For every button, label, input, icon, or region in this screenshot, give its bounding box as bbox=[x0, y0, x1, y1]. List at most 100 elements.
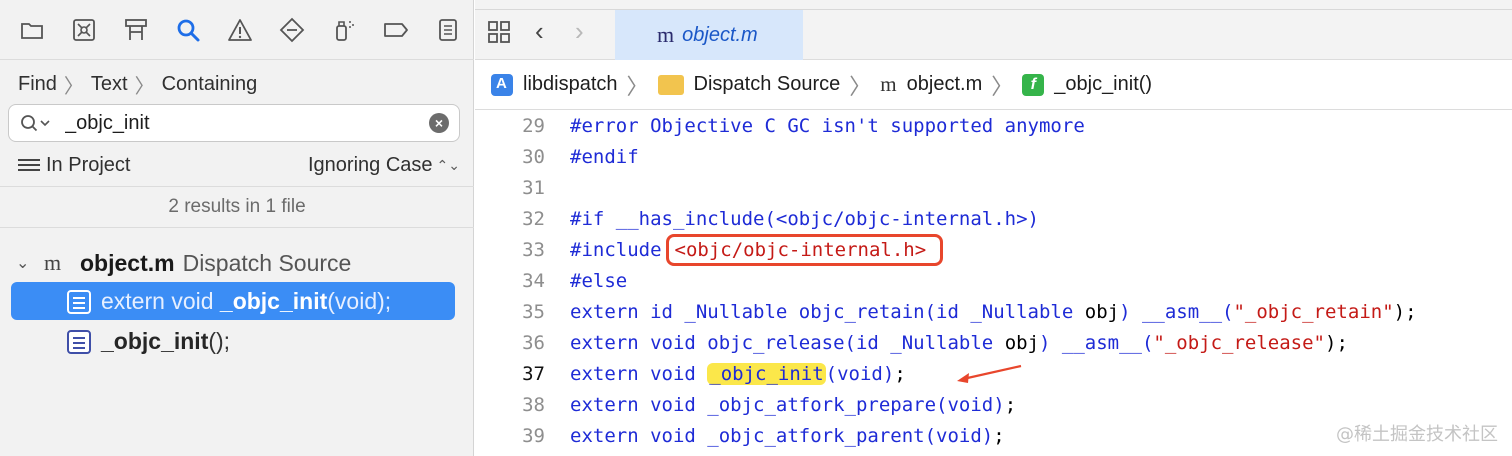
code-text: extern void _objc_init (void); bbox=[570, 362, 906, 385]
search-scope-button[interactable]: In Project bbox=[46, 154, 130, 177]
code-text: #if __has_include(<objc/objc-internal.h>… bbox=[570, 207, 1039, 230]
code-text: #else bbox=[570, 269, 628, 292]
case-sensitivity-popup[interactable]: Ignoring Case ⌃⌄ bbox=[308, 154, 460, 177]
function-icon: f bbox=[1022, 73, 1045, 96]
code-line: 34 #else bbox=[475, 265, 1512, 296]
tab-object-m[interactable]: m object.m bbox=[615, 10, 803, 60]
result-text: _objc_init(); bbox=[101, 328, 230, 355]
symbol-navigator-button[interactable] bbox=[110, 10, 162, 50]
code-line: 29 #error Objective C GC isn't supported… bbox=[475, 110, 1512, 141]
code-token: extern id _Nullable objc_retain(id _Null… bbox=[570, 300, 1085, 323]
test-navigator-button[interactable] bbox=[266, 10, 318, 50]
jump-bar: libdispatch 〉 Dispatch Source 〉 m object… bbox=[475, 60, 1512, 110]
line-number: 35 bbox=[522, 300, 545, 323]
code-text: extern void _objc_atfork_parent(void); bbox=[570, 425, 1005, 447]
code-token: ; bbox=[993, 424, 1005, 447]
code-line: 31 bbox=[475, 172, 1512, 203]
chevron-down-icon[interactable]: ⌄ bbox=[16, 253, 34, 273]
test-spray-icon bbox=[336, 20, 354, 41]
find-mode-find[interactable]: Find bbox=[18, 73, 57, 96]
find-mode-path: Find 〉 Text 〉 Containing bbox=[18, 70, 257, 98]
back-chevron-icon[interactable]: ‹ bbox=[535, 16, 544, 47]
code-line: 35 extern id _Nullable objc_retain(id _N… bbox=[475, 296, 1512, 327]
code-line-icon bbox=[67, 330, 91, 354]
find-navigator-button[interactable] bbox=[162, 10, 214, 50]
code-text: #include <objc/objc-internal.h> bbox=[570, 233, 944, 266]
editor-tab-bar: ‹ › m object.m bbox=[475, 0, 1512, 60]
report-icon bbox=[439, 18, 457, 41]
objc-file-icon: m bbox=[657, 22, 675, 47]
line-number: 32 bbox=[522, 207, 545, 230]
search-options-icon[interactable] bbox=[19, 112, 53, 134]
search-icon bbox=[177, 19, 200, 41]
find-search-field[interactable]: × bbox=[8, 104, 460, 142]
annotation-red-box: <objc/objc-internal.h> bbox=[665, 233, 944, 266]
jump-bar-function[interactable]: _objc_init() bbox=[1054, 73, 1152, 96]
chevron-right-icon: 〉 bbox=[991, 73, 1014, 99]
code-text: extern void _objc_atfork_prepare(void); bbox=[570, 394, 1016, 416]
warning-icon bbox=[228, 18, 252, 41]
navigator-toolbar bbox=[0, 0, 474, 60]
find-mode-containing[interactable]: Containing bbox=[162, 73, 258, 96]
chevron-right-icon: 〉 bbox=[626, 73, 649, 99]
xcode-project-icon bbox=[491, 73, 513, 96]
jump-bar-project[interactable]: libdispatch bbox=[523, 73, 618, 96]
folder-icon bbox=[657, 74, 684, 95]
project-navigator-button[interactable] bbox=[6, 10, 58, 50]
code-token: extern void _objc_atfork_parent(void) bbox=[570, 424, 994, 447]
code-line: 33 #include <objc/objc-internal.h> bbox=[475, 233, 1512, 266]
code-token: ) __asm__( bbox=[1119, 300, 1234, 323]
string-literal: "_objc_retain" bbox=[1233, 300, 1394, 323]
jump-bar-file[interactable]: object.m bbox=[907, 73, 983, 96]
source-control-icon bbox=[73, 18, 95, 41]
search-match-highlight: _objc_init bbox=[707, 362, 826, 385]
result-file-name: object.m bbox=[80, 249, 175, 276]
debug-navigator-button[interactable] bbox=[318, 10, 370, 50]
folder-icon bbox=[21, 22, 43, 39]
chevron-updown-icon: ⌃⌄ bbox=[436, 156, 460, 173]
clear-search-icon[interactable]: × bbox=[429, 113, 449, 133]
code-token: ); bbox=[1393, 300, 1417, 323]
issue-navigator-button[interactable] bbox=[214, 10, 266, 50]
annotation-arrow-icon bbox=[957, 364, 1022, 383]
line-number: 34 bbox=[522, 269, 545, 292]
breakpoint-navigator-button[interactable] bbox=[370, 10, 422, 50]
code-token: (void) bbox=[825, 362, 895, 385]
line-number: 39 bbox=[522, 424, 545, 447]
line-number: 37 bbox=[522, 362, 545, 385]
code-text: #endif bbox=[570, 145, 639, 168]
jump-bar-group[interactable]: Dispatch Source bbox=[694, 73, 841, 96]
search-result-row[interactable]: extern void _objc_init(void); bbox=[11, 282, 455, 320]
line-number: 29 bbox=[522, 114, 545, 137]
result-file-group[interactable]: ⌄ m object.m Dispatch Source bbox=[16, 248, 351, 278]
result-match: _objc_init bbox=[101, 327, 209, 354]
line-number: 30 bbox=[522, 145, 545, 168]
result-prefix: extern void bbox=[101, 287, 220, 314]
code-line: 36 extern void objc_release(id _Nullable… bbox=[475, 327, 1512, 358]
code-line: 32 #if __has_include(<objc/objc-internal… bbox=[475, 203, 1512, 234]
code-token: extern void bbox=[570, 362, 708, 385]
results-summary: 2 results in 1 file bbox=[0, 186, 474, 228]
code-token: ; bbox=[894, 362, 906, 385]
search-input[interactable] bbox=[65, 111, 425, 135]
find-navigator: Find 〉 Text 〉 Containing × In Project Ig… bbox=[0, 0, 474, 456]
search-scope-row: In Project Ignoring Case ⌃⌄ bbox=[16, 150, 460, 180]
result-suffix: (void); bbox=[327, 287, 392, 314]
chevron-right-icon: 〉 bbox=[63, 75, 84, 98]
search-result-row[interactable]: _objc_init(); bbox=[11, 322, 455, 360]
code-token: extern void _objc_atfork_prepare(void) bbox=[570, 393, 1005, 416]
code-text: #error Objective C GC isn't supported an… bbox=[570, 114, 1085, 137]
code-area[interactable]: 29 #error Objective C GC isn't supported… bbox=[475, 110, 1512, 456]
result-text: extern void _objc_init(void); bbox=[101, 288, 391, 315]
include-directive: #include bbox=[570, 238, 662, 261]
report-navigator-button[interactable] bbox=[422, 10, 474, 50]
find-mode-text[interactable]: Text bbox=[91, 73, 128, 96]
code-text: extern id _Nullable objc_retain(id _Null… bbox=[570, 301, 1417, 323]
code-token: obj bbox=[1084, 300, 1120, 323]
code-token: ); bbox=[1325, 331, 1348, 354]
source-control-navigator-button[interactable] bbox=[58, 10, 110, 50]
related-items-grid-icon[interactable] bbox=[487, 20, 511, 44]
code-line: 30 #endif bbox=[475, 141, 1512, 172]
forward-chevron-icon[interactable]: › bbox=[575, 16, 584, 47]
scope-list-icon[interactable] bbox=[16, 155, 42, 175]
